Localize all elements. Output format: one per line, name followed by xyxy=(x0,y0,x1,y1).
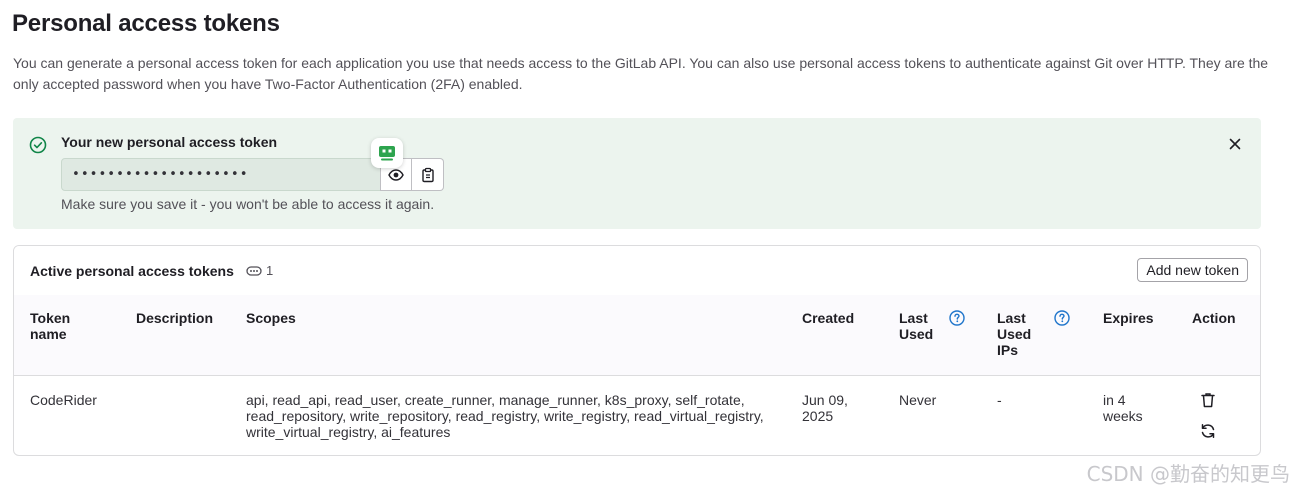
token-icon xyxy=(246,265,262,276)
eye-icon xyxy=(388,168,404,181)
token-scopes: api, read_api, read_user, create_runner,… xyxy=(246,392,764,440)
token-count: 1 xyxy=(246,263,273,278)
column-header-description: Description xyxy=(136,310,214,326)
column-header-action: Action xyxy=(1192,310,1236,326)
browser-extension-badge[interactable] xyxy=(371,138,403,168)
alert-title: Your new personal access token xyxy=(61,134,278,150)
trash-icon[interactable] xyxy=(1199,391,1217,409)
column-header-last-used: Last Used xyxy=(899,310,934,342)
token-last-used: Never xyxy=(899,392,937,408)
page-title: Personal access tokens xyxy=(12,10,280,37)
column-header-scopes: Scopes xyxy=(246,310,296,326)
alert-note: Make sure you save it - you won't be abl… xyxy=(61,196,435,212)
token-value-field[interactable] xyxy=(61,158,381,191)
watermark: CSDN @勤奋的知更鸟 xyxy=(1086,462,1290,486)
help-icon[interactable] xyxy=(1054,310,1070,326)
clipboard-icon xyxy=(421,167,434,182)
rotate-icon[interactable] xyxy=(1199,422,1217,440)
add-new-token-button[interactable]: Add new token xyxy=(1137,258,1248,282)
card-header: Active personal access tokens 1 Add new … xyxy=(14,246,1260,296)
table-header: Token name Description Scopes Created La… xyxy=(14,295,1260,376)
token-expires: in 4 weeks xyxy=(1103,392,1143,424)
table-row: CodeRider api, read_api, read_user, crea… xyxy=(14,375,1260,455)
column-header-expires: Expires xyxy=(1103,310,1154,326)
card-title: Active personal access tokens xyxy=(30,263,234,279)
column-header-created: Created xyxy=(802,310,855,326)
token-created: Jun 09, 2025 xyxy=(802,392,848,424)
extension-robot-icon xyxy=(379,146,395,161)
token-count-value: 1 xyxy=(266,263,274,278)
active-tokens-card: Active personal access tokens 1 Add new … xyxy=(13,245,1261,456)
close-icon[interactable] xyxy=(1227,136,1243,152)
new-token-alert: Your new personal access token Make sure… xyxy=(13,118,1261,229)
column-header-name: Token name xyxy=(30,310,71,342)
help-icon[interactable] xyxy=(949,310,965,326)
copy-token-button[interactable] xyxy=(412,158,444,191)
check-circle-icon xyxy=(29,136,47,154)
token-name: CodeRider xyxy=(30,392,97,408)
token-last-used-ips: - xyxy=(997,392,1002,408)
column-header-last-used-ips: Last Used IPs xyxy=(997,310,1032,358)
page-description: You can generate a personal access token… xyxy=(13,55,1269,92)
